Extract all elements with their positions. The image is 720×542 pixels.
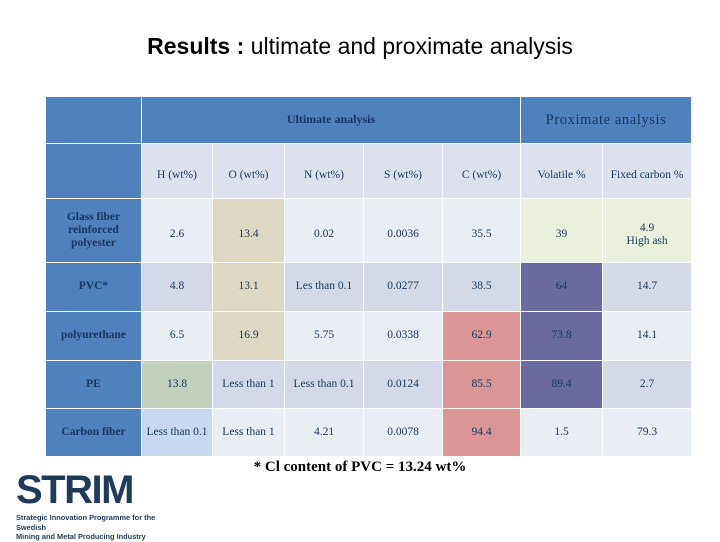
data-cell: 5.75 xyxy=(285,312,363,360)
data-cell: 2.6 xyxy=(142,199,212,262)
data-cell: 35.5 xyxy=(443,199,521,262)
data-cell: Less than 0.1 xyxy=(285,361,363,408)
data-cell: 13.4 xyxy=(213,199,284,262)
data-cell: 0.0036 xyxy=(364,199,442,262)
row-label: PE xyxy=(46,361,141,408)
data-cell: 73.8 xyxy=(521,312,603,360)
data-cell: 14.7 xyxy=(603,263,692,311)
page-title-rest: ultimate and proximate analysis xyxy=(244,33,573,59)
data-cell: 0.0338 xyxy=(364,312,442,360)
group-header-proximate: Proximate analysis xyxy=(521,97,692,143)
column-header-row: H (wt%) O (wt%) N (wt%) S (wt%) C (wt%) Volat… xyxy=(46,144,692,198)
data-cell: 13.1 xyxy=(213,263,284,311)
data-cell: 0.02 xyxy=(285,199,363,262)
data-cell: 79.3 xyxy=(603,409,692,456)
row-label: Glass fiber reinforced polyester xyxy=(46,199,141,262)
data-cell: 13.8 xyxy=(142,361,212,408)
column-header-7: Fixed carbon % xyxy=(603,144,692,198)
logo-tagline-line-1: Strategic Innovation Programme for the S… xyxy=(16,513,156,532)
row-label: Carbon fiber xyxy=(46,409,141,456)
data-cell: 16.9 xyxy=(213,312,284,360)
table-row: polyurethane 6.5 16.9 5.75 0.0338 62.9 73.8 14.… xyxy=(46,312,692,360)
data-cell: 6.5 xyxy=(142,312,212,360)
logo-tagline-line-2: Mining and Metal Producing Industry xyxy=(16,532,146,542)
logo-wordmark: STRIM xyxy=(16,468,134,512)
data-cell: 4.21 xyxy=(285,409,363,456)
page-title: Results : ultimate and proximate analysi… xyxy=(0,33,720,60)
column-header-corner xyxy=(46,144,141,198)
logo-tagline: Strategic Innovation Programme for the S… xyxy=(16,513,186,542)
data-cell: 14.1 xyxy=(603,312,692,360)
column-header-1: H (wt%) xyxy=(142,144,212,198)
data-cell: Less than 1 xyxy=(213,409,284,456)
data-cell: 0.0124 xyxy=(364,361,442,408)
data-cell: 64 xyxy=(521,263,603,311)
strim-logo: STRIM Strategic Innovation Programme for… xyxy=(16,470,188,542)
data-cell: Less than 0.1 xyxy=(142,409,212,456)
data-cell: 94.4 xyxy=(443,409,521,456)
data-cell: Les than 0.1 xyxy=(285,263,363,311)
data-cell: 62.9 xyxy=(443,312,521,360)
table-row: PE 13.8 Less than 1 Less than 0.1 0.0124 85.5… xyxy=(46,361,692,408)
table-row: Glass fiber reinforced polyester 2.6 13.4 0… xyxy=(46,199,692,262)
table-row: Carbon fiber Less than 0.1 Less than 1 4.21… xyxy=(46,409,692,456)
column-header-5: C (wt%) xyxy=(443,144,521,198)
data-cell: 4.9 High ash xyxy=(603,199,692,262)
column-header-4: S (wt%) xyxy=(364,144,442,198)
row-label: polyurethane xyxy=(46,312,141,360)
data-cell: 2.7 xyxy=(603,361,692,408)
data-cell: 0.0078 xyxy=(364,409,442,456)
group-header-ultimate: Ultimate analysis xyxy=(142,97,521,143)
group-header-spacer xyxy=(46,97,141,143)
page-title-strong: Results : xyxy=(147,33,245,59)
data-cell: Less than 1 xyxy=(213,361,284,408)
column-header-6: Volatile % xyxy=(521,144,603,198)
row-label: PVC* xyxy=(46,263,141,311)
table-row: PVC* 4.8 13.1 Les than 0.1 0.0277 38.5 64 14.7 xyxy=(46,263,692,311)
data-cell: 89.4 xyxy=(521,361,603,408)
data-cell: 39 xyxy=(521,199,603,262)
group-header-row: Ultimate analysis Proximate analysis xyxy=(46,97,692,143)
data-cell: 0.0277 xyxy=(364,263,442,311)
data-cell: 1.5 xyxy=(521,409,603,456)
results-table: Ultimate analysis Proximate analysis H (wt… xyxy=(45,96,693,457)
results-table-container: Ultimate analysis Proximate analysis H (wt… xyxy=(45,96,693,457)
results-table-body: Ultimate analysis Proximate analysis H (wt… xyxy=(46,97,692,456)
data-cell: 4.8 xyxy=(142,263,212,311)
data-cell: 85.5 xyxy=(443,361,521,408)
column-header-3: N (wt%) xyxy=(285,144,363,198)
data-cell: 38.5 xyxy=(443,263,521,311)
column-header-2: O (wt%) xyxy=(213,144,284,198)
